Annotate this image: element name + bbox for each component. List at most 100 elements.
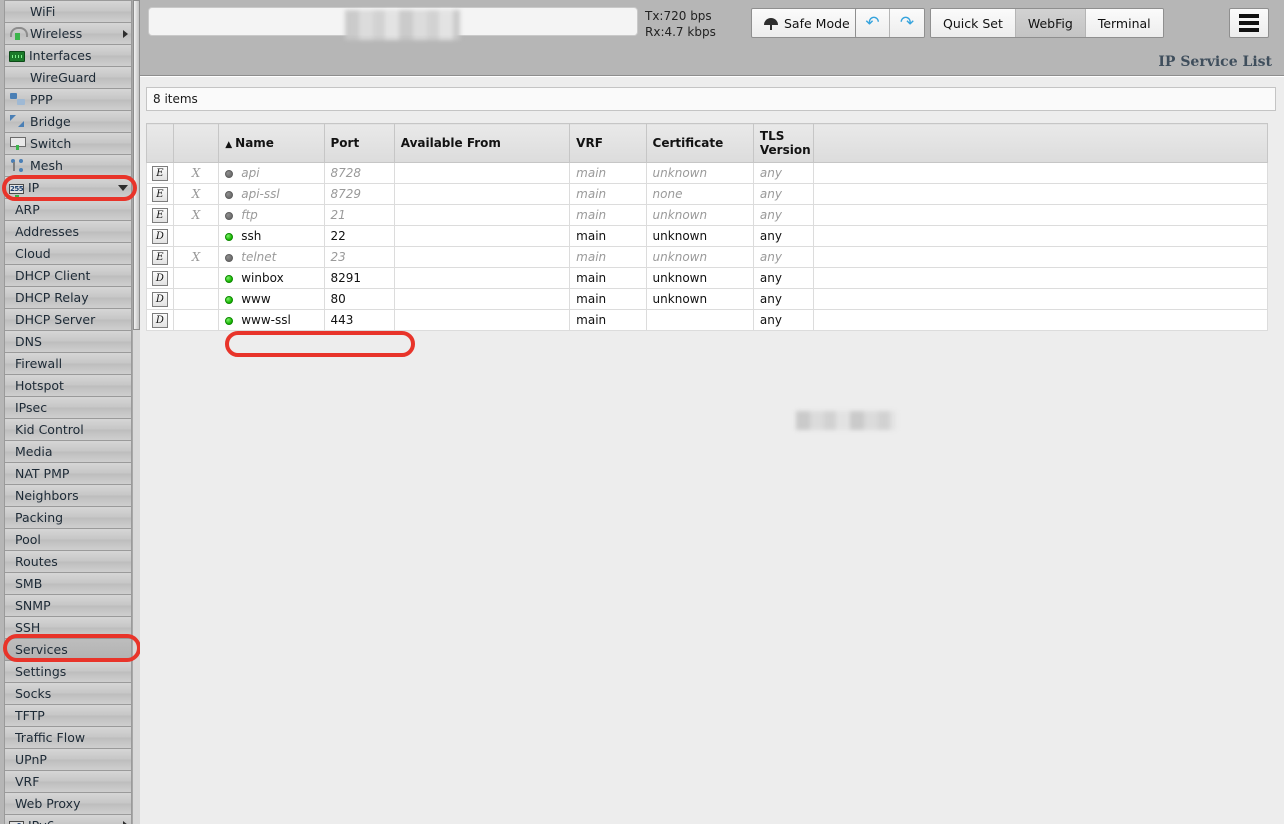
sidebar-item-services[interactable]: Services xyxy=(4,638,132,660)
enable-button[interactable]: E xyxy=(151,187,168,202)
undo-button[interactable]: ↶ xyxy=(856,9,890,37)
sidebar-item-ppp[interactable]: PPP xyxy=(4,88,132,110)
sidebar-item-dhcp-server[interactable]: DHCP Server xyxy=(4,308,132,330)
service-name-cell[interactable]: ssh xyxy=(218,225,325,247)
sidebar-item-traffic-flow[interactable]: Traffic Flow xyxy=(4,726,132,748)
sidebar-item-dhcp-client[interactable]: DHCP Client xyxy=(4,264,132,286)
sidebar-item-routes[interactable]: Routes xyxy=(4,550,132,572)
sidebar-item-mesh[interactable]: Mesh xyxy=(4,154,132,176)
enable-button[interactable]: E xyxy=(151,250,168,265)
tab-webfig[interactable]: WebFig xyxy=(1015,9,1086,37)
sidebar-item-wifi[interactable]: WiFi xyxy=(4,0,132,22)
service-name-cell[interactable]: winbox xyxy=(218,267,325,289)
column-header-vrf[interactable]: VRF xyxy=(569,123,647,163)
row-action-cell: D xyxy=(146,267,174,289)
service-port-cell: 443 xyxy=(323,309,395,331)
row-action-cell: E xyxy=(146,162,174,184)
ppp-icon xyxy=(9,92,26,107)
row-disabled-flag xyxy=(172,267,220,289)
table-row[interactable]: E Xapi 8728 main unknown any xyxy=(146,162,1269,184)
sidebar-item-ip[interactable]: 255 IP xyxy=(4,176,132,199)
available-from-cell xyxy=(393,225,571,247)
safe-mode-button[interactable]: Safe Mode xyxy=(752,9,862,37)
sidebar-item-ssh[interactable]: SSH xyxy=(4,616,132,638)
sidebar-item-arp[interactable]: ARP xyxy=(4,198,132,220)
service-name-cell[interactable]: api xyxy=(218,162,325,184)
vrf-cell: main xyxy=(569,204,647,226)
sidebar-item-dns[interactable]: DNS xyxy=(4,330,132,352)
table-row[interactable]: E Xapi-ssl 8729 main none any xyxy=(146,183,1269,205)
sidebar-scrollbar-track[interactable] xyxy=(132,0,140,824)
sidebar-item-socks[interactable]: Socks xyxy=(4,682,132,704)
sidebar-item-settings[interactable]: Settings xyxy=(4,660,132,682)
disable-button[interactable]: D xyxy=(151,271,168,286)
sidebar-item-cloud[interactable]: Cloud xyxy=(4,242,132,264)
enable-button[interactable]: E xyxy=(151,166,168,181)
table-row[interactable]: E Xtelnet 23 main unknown any xyxy=(146,246,1269,268)
sidebar-item-hotspot[interactable]: Hotspot xyxy=(4,374,132,396)
service-name-cell[interactable]: api-ssl xyxy=(218,183,325,205)
disable-button[interactable]: D xyxy=(151,292,168,307)
table-body: E Xapi 8728 main unknown any E Xapi-ssl 8729 main… xyxy=(146,162,1269,331)
column-header-blank-1 xyxy=(172,123,220,163)
available-from-cell xyxy=(393,288,571,310)
sidebar-item-ipsec[interactable]: IPsec xyxy=(4,396,132,418)
sidebar-scrollbar-thumb[interactable] xyxy=(133,0,140,330)
status-dot-disabled-icon xyxy=(225,169,234,178)
sidebar-item-kid-control[interactable]: Kid Control xyxy=(4,418,132,440)
sidebar-item-addresses[interactable]: Addresses xyxy=(4,220,132,242)
sidebar-item-wireguard[interactable]: WireGuard xyxy=(4,66,132,88)
sidebar-item-smb[interactable]: SMB xyxy=(4,572,132,594)
sidebar-item-nat-pmp[interactable]: NAT PMP xyxy=(4,462,132,484)
disable-button[interactable]: D xyxy=(151,229,168,244)
tab-terminal[interactable]: Terminal xyxy=(1085,9,1163,37)
sidebar-item-vrf[interactable]: VRF xyxy=(4,770,132,792)
bridge-icon xyxy=(9,114,26,129)
column-header-port[interactable]: Port xyxy=(323,123,395,163)
chevron-down-icon[interactable] xyxy=(118,184,128,191)
sidebar-item-firewall[interactable]: Firewall xyxy=(4,352,132,374)
table-row[interactable]: Dwww-ssl 443 main any xyxy=(146,309,1269,331)
sidebar-item-ipv6[interactable]: v6IPv6 xyxy=(4,814,132,824)
sidebar-item-tftp[interactable]: TFTP xyxy=(4,704,132,726)
service-name-label: ftp xyxy=(241,208,258,222)
column-header-tls-version[interactable]: TLS Version xyxy=(752,123,814,163)
service-name-cell[interactable]: www-ssl xyxy=(218,309,325,331)
redo-button[interactable]: ↷ xyxy=(890,9,924,37)
table-row[interactable]: Dwinbox 8291 main unknown any xyxy=(146,267,1269,289)
column-header-label: TLS Version xyxy=(759,129,811,157)
service-name-label: ssh xyxy=(241,229,262,243)
sidebar-item-neighbors[interactable]: Neighbors xyxy=(4,484,132,506)
sidebar-item-web-proxy[interactable]: Web Proxy xyxy=(4,792,132,814)
sidebar-item-upnp[interactable]: UPnP xyxy=(4,748,132,770)
available-from-cell xyxy=(393,267,571,289)
enable-button[interactable]: E xyxy=(151,208,168,223)
sidebar-item-packing[interactable]: Packing xyxy=(4,506,132,528)
sidebar-item-snmp[interactable]: SNMP xyxy=(4,594,132,616)
sidebar-item-wireless[interactable]: Wireless xyxy=(4,22,132,44)
service-name-cell[interactable]: ftp xyxy=(218,204,325,226)
sidebar-item-media[interactable]: Media xyxy=(4,440,132,462)
tab-quick-set[interactable]: Quick Set xyxy=(931,9,1016,37)
sidebar-item-dhcp-relay[interactable]: DHCP Relay xyxy=(4,286,132,308)
mesh-icon xyxy=(9,158,26,173)
hamburger-menu-icon[interactable] xyxy=(1230,9,1268,37)
service-name-cell[interactable]: www xyxy=(218,288,325,310)
disable-button[interactable]: D xyxy=(151,313,168,328)
column-header-available-from[interactable]: Available From xyxy=(393,123,571,163)
table-row[interactable]: E Xftp 21 main unknown any xyxy=(146,204,1269,226)
chevron-right-icon[interactable] xyxy=(123,29,128,38)
column-header-blank-8 xyxy=(812,123,1269,163)
column-header-certificate[interactable]: Certificate xyxy=(645,123,754,163)
sort-ascending-icon: ▲ xyxy=(225,140,233,150)
sidebar-item-bridge[interactable]: Bridge xyxy=(4,110,132,132)
sidebar-item-interfaces[interactable]: Interfaces xyxy=(4,44,132,66)
table-row[interactable]: Dssh 22 main unknown any xyxy=(146,225,1269,247)
sidebar-item-switch[interactable]: Switch xyxy=(4,132,132,154)
table-row[interactable]: Dwww 80 main unknown any xyxy=(146,288,1269,310)
redacted-certificate-value xyxy=(796,411,896,430)
sidebar-item-label: DNS xyxy=(15,334,42,349)
column-header-name[interactable]: ▲ Name xyxy=(218,123,325,163)
service-name-cell[interactable]: telnet xyxy=(218,246,325,268)
sidebar-item-pool[interactable]: Pool xyxy=(4,528,132,550)
